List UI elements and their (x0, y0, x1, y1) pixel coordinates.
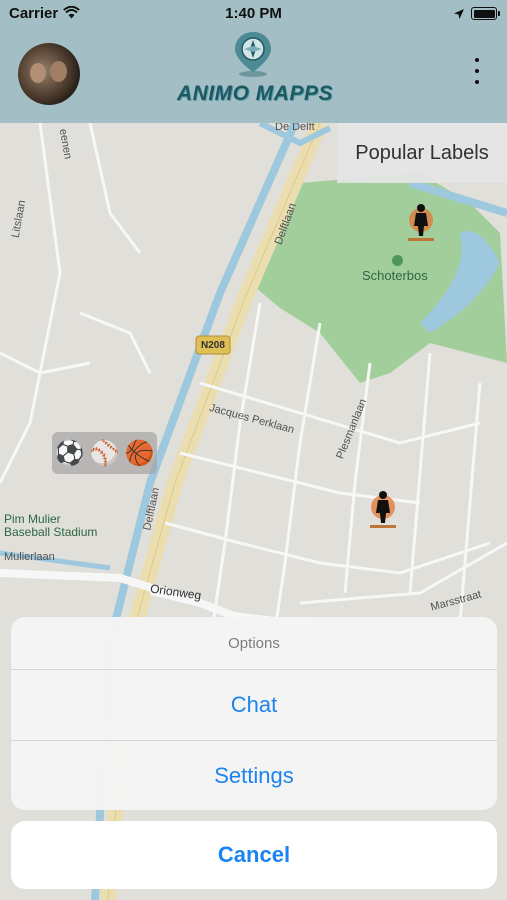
chat-button[interactable]: Chat (11, 670, 497, 740)
cancel-button[interactable]: Cancel (11, 821, 497, 889)
action-sheet: Options Chat Settings (11, 617, 497, 810)
settings-button[interactable]: Settings (11, 740, 497, 810)
action-sheet-title: Options (11, 617, 497, 670)
